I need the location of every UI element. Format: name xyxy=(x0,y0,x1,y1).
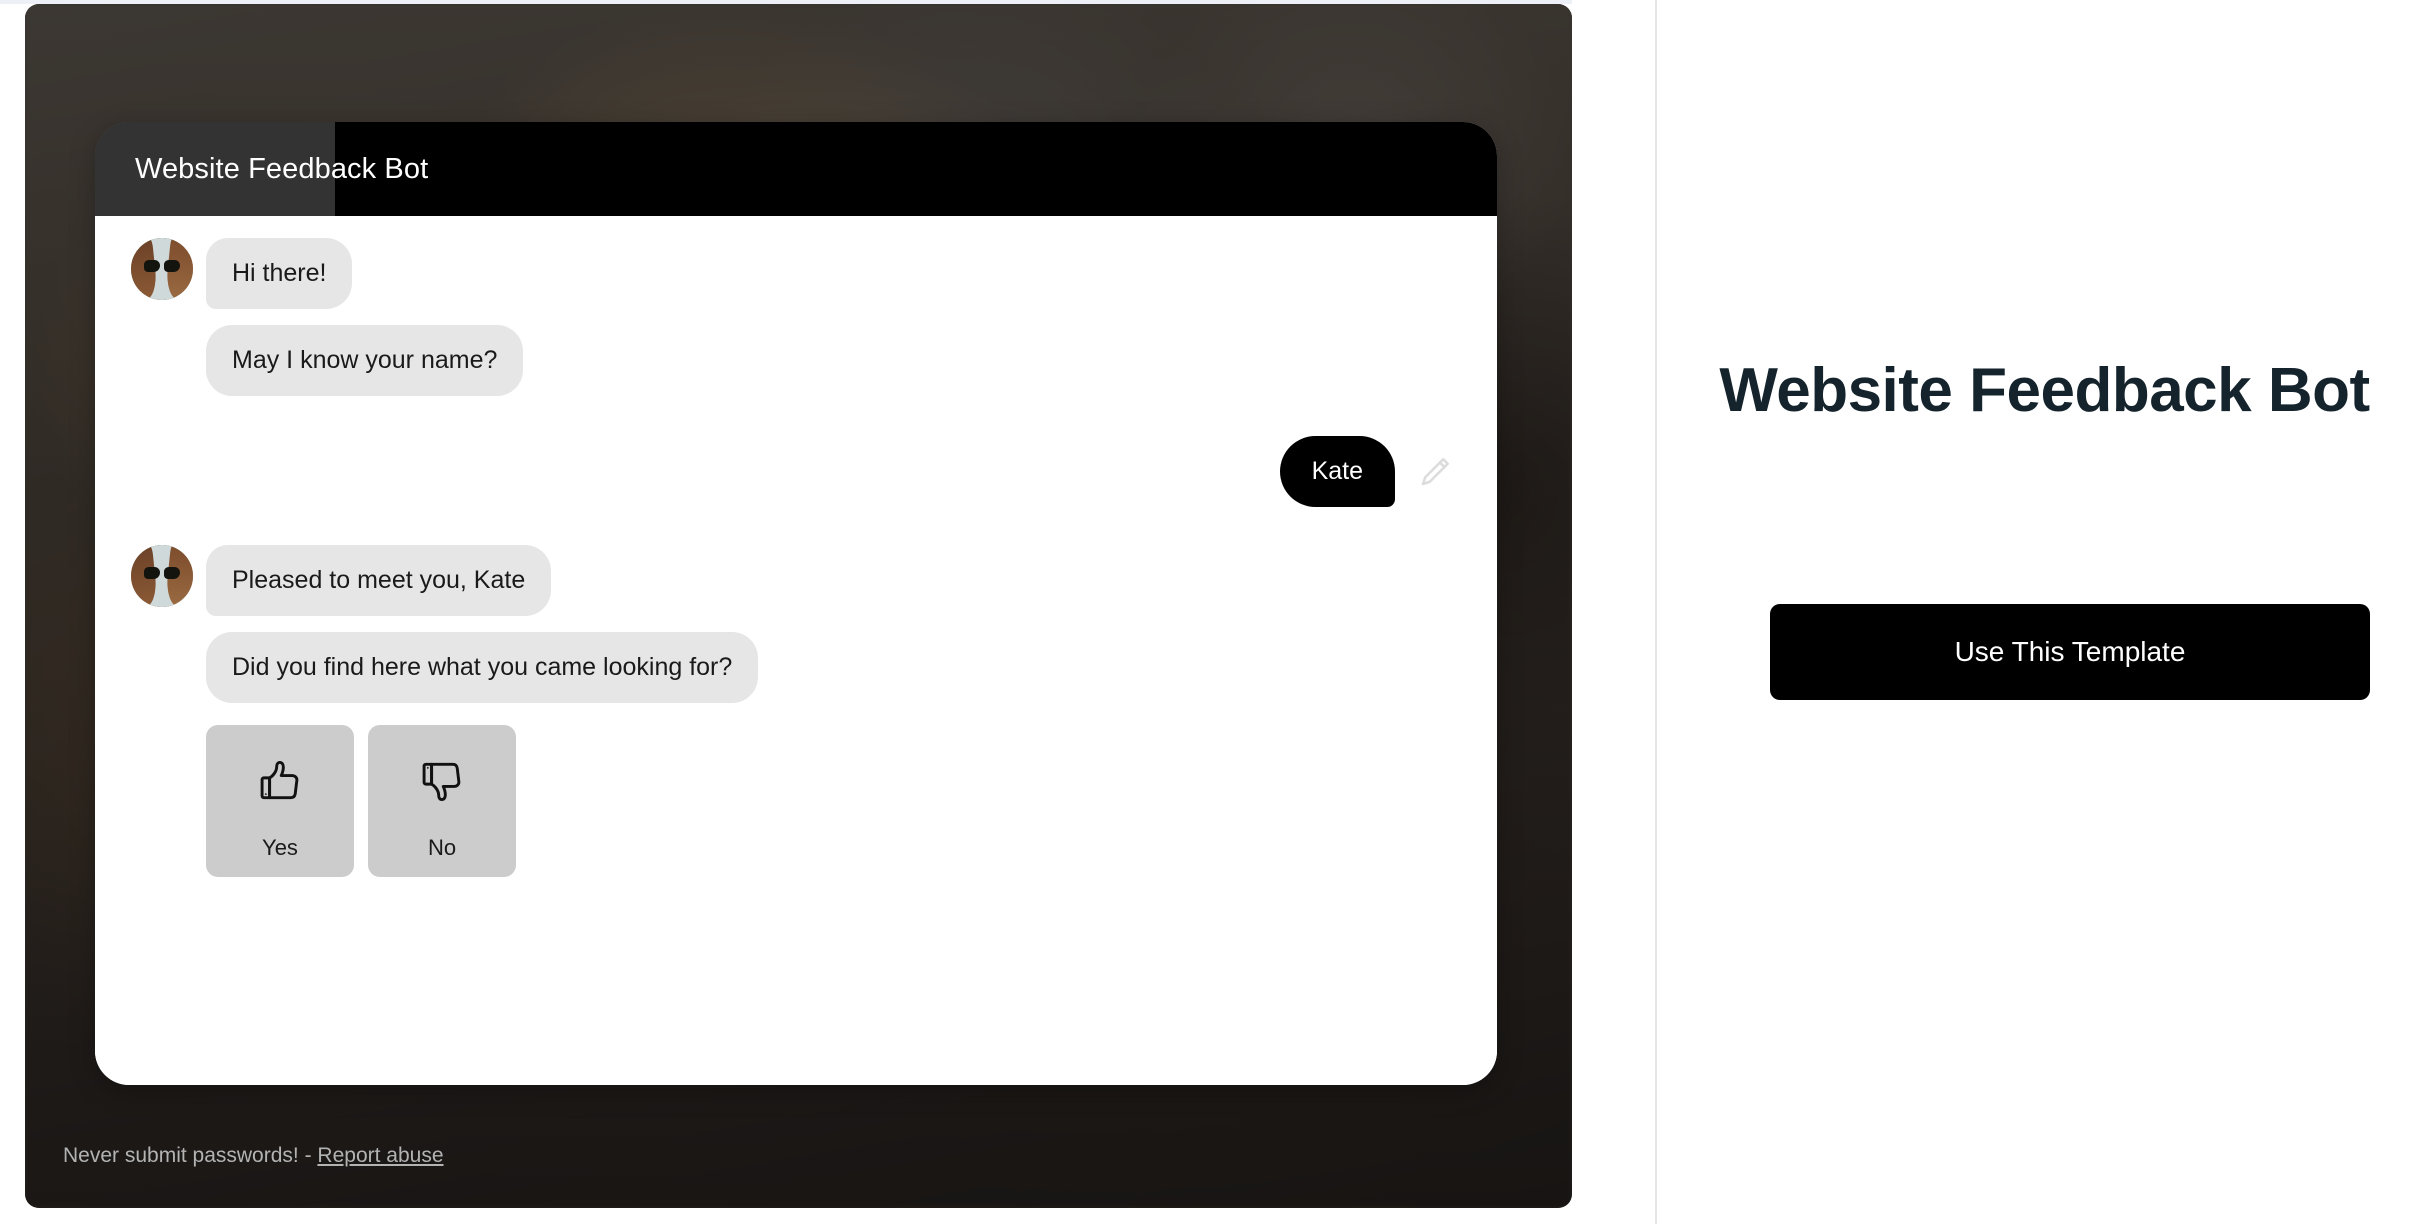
preview-footer-notice: Never submit passwords! - Report abuse xyxy=(63,1144,444,1168)
chat-header: Website Feedback Bot xyxy=(95,122,1497,216)
chat-message-row: Pleased to meet you, Kate xyxy=(95,545,1497,616)
chat-message-row-outgoing: Kate xyxy=(95,436,1497,507)
user-message-bubble: Kate xyxy=(1279,436,1395,507)
chat-message-row: May I know your name? xyxy=(95,325,1497,396)
quick-reply-yes[interactable]: Yes xyxy=(206,725,354,877)
chat-message-row: Did you find here what you came looking … xyxy=(95,632,1497,703)
use-this-template-button[interactable]: Use This Template xyxy=(1770,604,2370,700)
chatbot-preview-panel: Website Feedback Bot Hi there! May I kno… xyxy=(25,4,1572,1208)
quick-reply-group: Yes No xyxy=(95,725,1497,877)
thumbs-down-icon xyxy=(368,725,516,837)
bot-message-bubble: Pleased to meet you, Kate xyxy=(206,545,552,616)
chat-message-row: Hi there! xyxy=(95,238,1497,309)
bot-avatar-woman-sunglasses xyxy=(131,238,193,300)
quick-reply-label: Yes xyxy=(262,835,298,860)
pencil-edit-icon[interactable] xyxy=(1413,450,1457,494)
bot-avatar-woman-sunglasses xyxy=(131,545,193,607)
bot-message-bubble: May I know your name? xyxy=(206,325,524,396)
bot-message-bubble: Hi there! xyxy=(206,238,353,309)
page-title: Website Feedback Bot xyxy=(1719,356,2370,425)
bot-message-bubble: Did you find here what you came looking … xyxy=(206,632,759,703)
chat-widget-card: Website Feedback Bot Hi there! May I kno… xyxy=(95,122,1497,1085)
template-info-panel: Website Feedback Bot Use This Template xyxy=(1657,0,2432,1224)
quick-reply-label: No xyxy=(427,835,457,860)
thumbs-up-icon xyxy=(206,725,354,837)
password-notice-text: Never submit passwords! - xyxy=(63,1144,318,1167)
chat-header-title: Website Feedback Bot xyxy=(135,152,429,185)
chat-message-list: Hi there! May I know your name? Kate Ple… xyxy=(95,216,1497,1085)
report-abuse-link[interactable]: Report abuse xyxy=(317,1144,443,1167)
quick-reply-no[interactable]: No xyxy=(368,725,516,877)
avatar-sunglasses xyxy=(144,260,180,272)
avatar-sunglasses xyxy=(144,567,180,579)
